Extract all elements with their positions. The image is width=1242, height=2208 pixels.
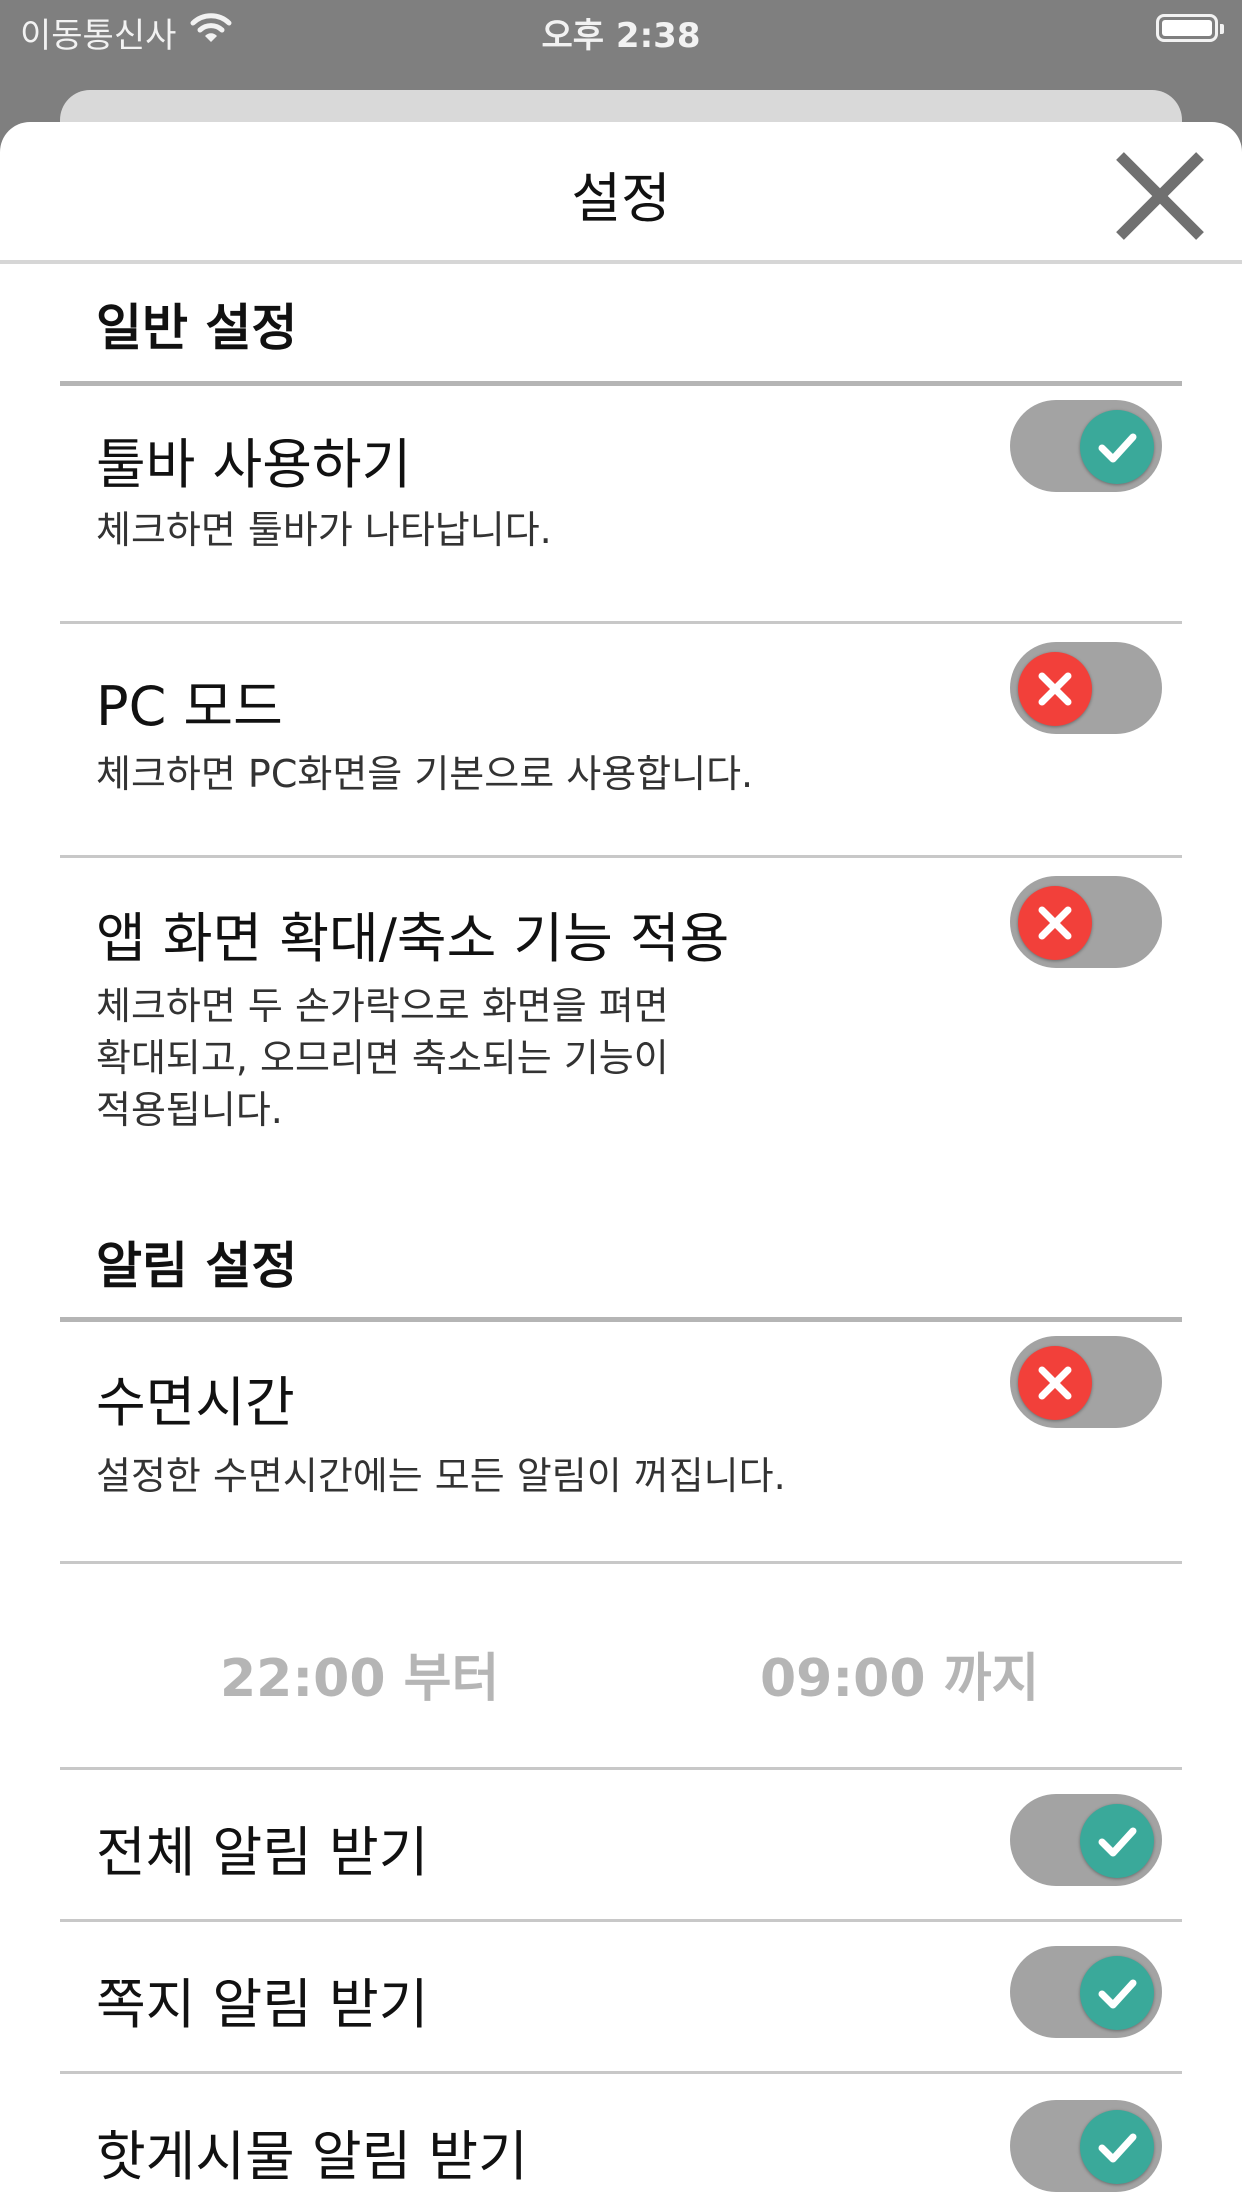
setting-row-message-notifications: 쪽지 알림 받기 <box>60 1922 1182 2074</box>
status-bar: 이동통신사 오후 2:38 <box>0 0 1242 62</box>
all-notifications-toggle[interactable] <box>1010 1794 1162 1886</box>
setting-row-pc-mode: PC 모드 체크하면 PC화면을 기본으로 사용합니다. <box>60 624 1182 858</box>
sleep-toggle[interactable] <box>1010 1336 1162 1428</box>
settings-sheet: 설정 일반 설정 툴바 사용하기 체크하면 툴바가 나타납니다. PC 모드 체… <box>0 122 1242 2208</box>
status-time: 오후 2:38 <box>541 16 701 56</box>
pc-mode-toggle[interactable] <box>1010 642 1162 734</box>
section-header-general: 일반 설정 <box>60 264 1182 386</box>
setting-row-hot-post-notifications: 핫게시물 알림 받기 <box>60 2074 1182 2208</box>
sleep-end-time[interactable]: 09:00 까지 <box>760 1636 1039 1711</box>
x-icon <box>1038 906 1072 940</box>
row-description: 체크하면 툴바가 나타납니다. <box>96 508 552 552</box>
sleep-time-range: 22:00 부터 09:00 까지 <box>60 1564 1182 1770</box>
sleep-start-time[interactable]: 22:00 부터 <box>220 1636 499 1711</box>
check-icon <box>1098 1979 1137 2009</box>
row-title: 앱 화면 확대/축소 기능 적용 <box>96 907 730 970</box>
nav-bar: 설정 <box>0 122 1242 264</box>
row-title: PC 모드 <box>96 675 283 738</box>
setting-row-toolbar: 툴바 사용하기 체크하면 툴바가 나타납니다. <box>60 386 1182 624</box>
row-description: 설정한 수면시간에는 모든 알림이 꺼집니다. <box>96 1454 786 1498</box>
setting-row-zoom: 앱 화면 확대/축소 기능 적용 체크하면 두 손가락으로 화면을 펴면 확대되… <box>60 858 1182 1208</box>
check-icon <box>1098 433 1137 463</box>
x-icon <box>1038 1366 1072 1400</box>
row-title: 수면시간 <box>96 1371 295 1434</box>
toolbar-toggle[interactable] <box>1010 400 1162 492</box>
section-title: 알림 설정 <box>96 1237 298 1295</box>
setting-row-all-notifications: 전체 알림 받기 <box>60 1770 1182 1922</box>
message-notifications-toggle[interactable] <box>1010 1946 1162 2038</box>
setting-row-sleep: 수면시간 설정한 수면시간에는 모든 알림이 꺼집니다. <box>60 1322 1182 1564</box>
close-icon <box>1116 152 1204 240</box>
row-title: 쪽지 알림 받기 <box>96 1973 429 2036</box>
row-description: 체크하면 PC화면을 기본으로 사용합니다. <box>96 752 754 796</box>
row-title: 전체 알림 받기 <box>96 1821 429 1884</box>
battery-icon <box>1156 14 1224 42</box>
section-header-notification: 알림 설정 <box>60 1208 1182 1322</box>
row-title: 핫게시물 알림 받기 <box>96 2125 528 2188</box>
x-icon <box>1038 672 1072 706</box>
row-title: 툴바 사용하기 <box>96 433 412 496</box>
hot-post-notifications-toggle[interactable] <box>1010 2100 1162 2192</box>
zoom-toggle[interactable] <box>1010 876 1162 968</box>
page-title: 설정 <box>571 167 671 230</box>
check-icon <box>1098 2133 1137 2163</box>
check-icon <box>1098 1827 1137 1857</box>
row-description: 체크하면 두 손가락으로 화면을 펴면 확대되고, 오므리면 축소되는 기능이 … <box>96 984 669 1132</box>
section-title: 일반 설정 <box>96 299 298 357</box>
close-button[interactable] <box>1112 148 1208 244</box>
